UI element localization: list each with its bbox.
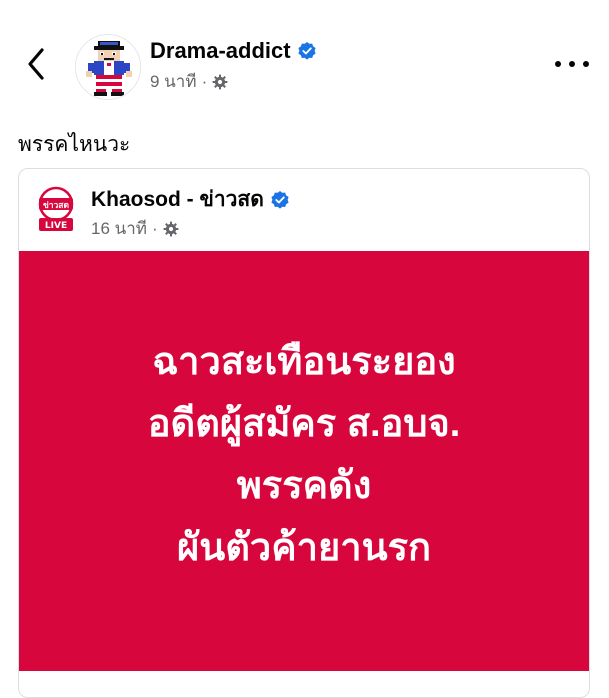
headline-line-1: ฉาวสะเทือนระยอง — [152, 341, 456, 383]
author-name[interactable]: Drama-addict — [150, 38, 291, 64]
shared-time[interactable]: 16 นาที — [91, 215, 147, 242]
verified-badge-icon — [271, 190, 289, 209]
chevron-left-icon — [28, 48, 44, 80]
post-author[interactable]: Drama-addict — [150, 38, 317, 64]
gear-icon[interactable] — [212, 74, 228, 90]
logo-text: ข่าวสด — [43, 200, 70, 211]
post-text: พรรคไหนวะ — [18, 133, 131, 156]
headline-line-2: อดีตผู้สมัคร ส.อบจ. — [147, 403, 461, 445]
shared-author-name[interactable]: Khaosod - ข่าวสด — [91, 183, 264, 216]
more-dot — [583, 61, 589, 67]
headline-text: ฉาวสะเทือนระยอง อดีตผู้สมัคร ส.อบจ. พรรค… — [148, 331, 461, 579]
meta-separator: · — [152, 218, 158, 238]
more-options-button[interactable] — [555, 52, 589, 76]
khaosod-logo[interactable]: ข่าวสด LIVE — [35, 185, 77, 233]
meta-separator: · — [201, 71, 208, 91]
author-avatar[interactable] — [75, 34, 141, 100]
shared-post-card[interactable]: ข่าวสด LIVE Khaosod - ข่าวสด 16 นาที · ฉ… — [18, 168, 590, 698]
pixel-character-avatar-icon — [76, 35, 140, 99]
headline-image[interactable]: ฉาวสะเทือนระยอง อดีตผู้สมัคร ส.อบจ. พรรค… — [19, 251, 589, 671]
post-meta: 9 นาที · — [150, 68, 228, 95]
more-dot — [569, 61, 575, 67]
headline-line-3: พรรคดัง — [236, 465, 372, 507]
more-horizontal-icon — [555, 61, 561, 67]
verified-badge-icon — [297, 42, 316, 60]
back-button[interactable] — [22, 44, 52, 84]
live-label: LIVE — [45, 221, 67, 231]
shared-meta: 16 นาที · — [91, 215, 179, 242]
shared-author[interactable]: Khaosod - ข่าวสด — [91, 183, 290, 216]
gear-icon[interactable] — [163, 221, 179, 237]
headline-line-4: ผันตัวค้ายานรก — [176, 527, 431, 569]
post-time[interactable]: 9 นาที — [150, 68, 197, 95]
